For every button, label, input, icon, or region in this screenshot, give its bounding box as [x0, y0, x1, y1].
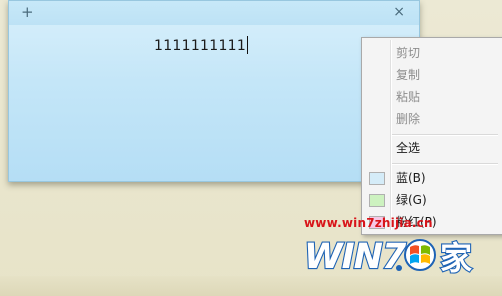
menu-separator [392, 134, 498, 136]
menu-item-label: 复制 [396, 68, 421, 82]
menu-item-label: 蓝(B) [396, 171, 426, 185]
watermark-url: www.win7zhijia.cn [304, 216, 433, 230]
context-menu: 剪切 复制 粘贴 删除 全选 蓝(B) 绿(G) 粉红(P) [361, 37, 502, 235]
menu-item-color-green[interactable]: 绿(G) [364, 189, 500, 211]
menu-item-color-blue[interactable]: 蓝(B) [364, 167, 500, 189]
new-note-plus-icon[interactable]: + [21, 4, 34, 20]
sticky-note[interactable]: + × 1111111111 [8, 0, 420, 182]
blue-color-swatch-icon [369, 172, 385, 185]
note-text-content: 1111111111 [154, 38, 247, 54]
win7-home-logo: WIN7 家 [303, 236, 473, 277]
menu-item-label: 绿(G) [396, 193, 427, 207]
menu-item-copy[interactable]: 复制 [364, 64, 500, 86]
green-color-swatch-icon [369, 194, 385, 207]
note-titlebar[interactable] [9, 1, 419, 25]
close-note-x-icon[interactable]: × [393, 4, 405, 20]
menu-item-label: 删除 [396, 112, 421, 126]
svg-text:家: 家 [440, 239, 472, 277]
svg-text:WIN7: WIN7 [304, 237, 407, 277]
menu-item-paste[interactable]: 粘贴 [364, 86, 500, 108]
menu-item-cut[interactable]: 剪切 [364, 42, 500, 64]
menu-item-label: 粘贴 [396, 90, 421, 104]
menu-item-label: 剪切 [396, 46, 421, 60]
menu-item-select-all[interactable]: 全选 [364, 137, 500, 159]
desktop-bottom-strip [0, 276, 502, 296]
menu-separator [392, 163, 498, 165]
menu-item-delete[interactable]: 删除 [364, 108, 500, 130]
text-caret [247, 36, 249, 54]
menu-item-label: 全选 [396, 141, 421, 155]
note-text-area[interactable]: 1111111111 [154, 36, 249, 54]
